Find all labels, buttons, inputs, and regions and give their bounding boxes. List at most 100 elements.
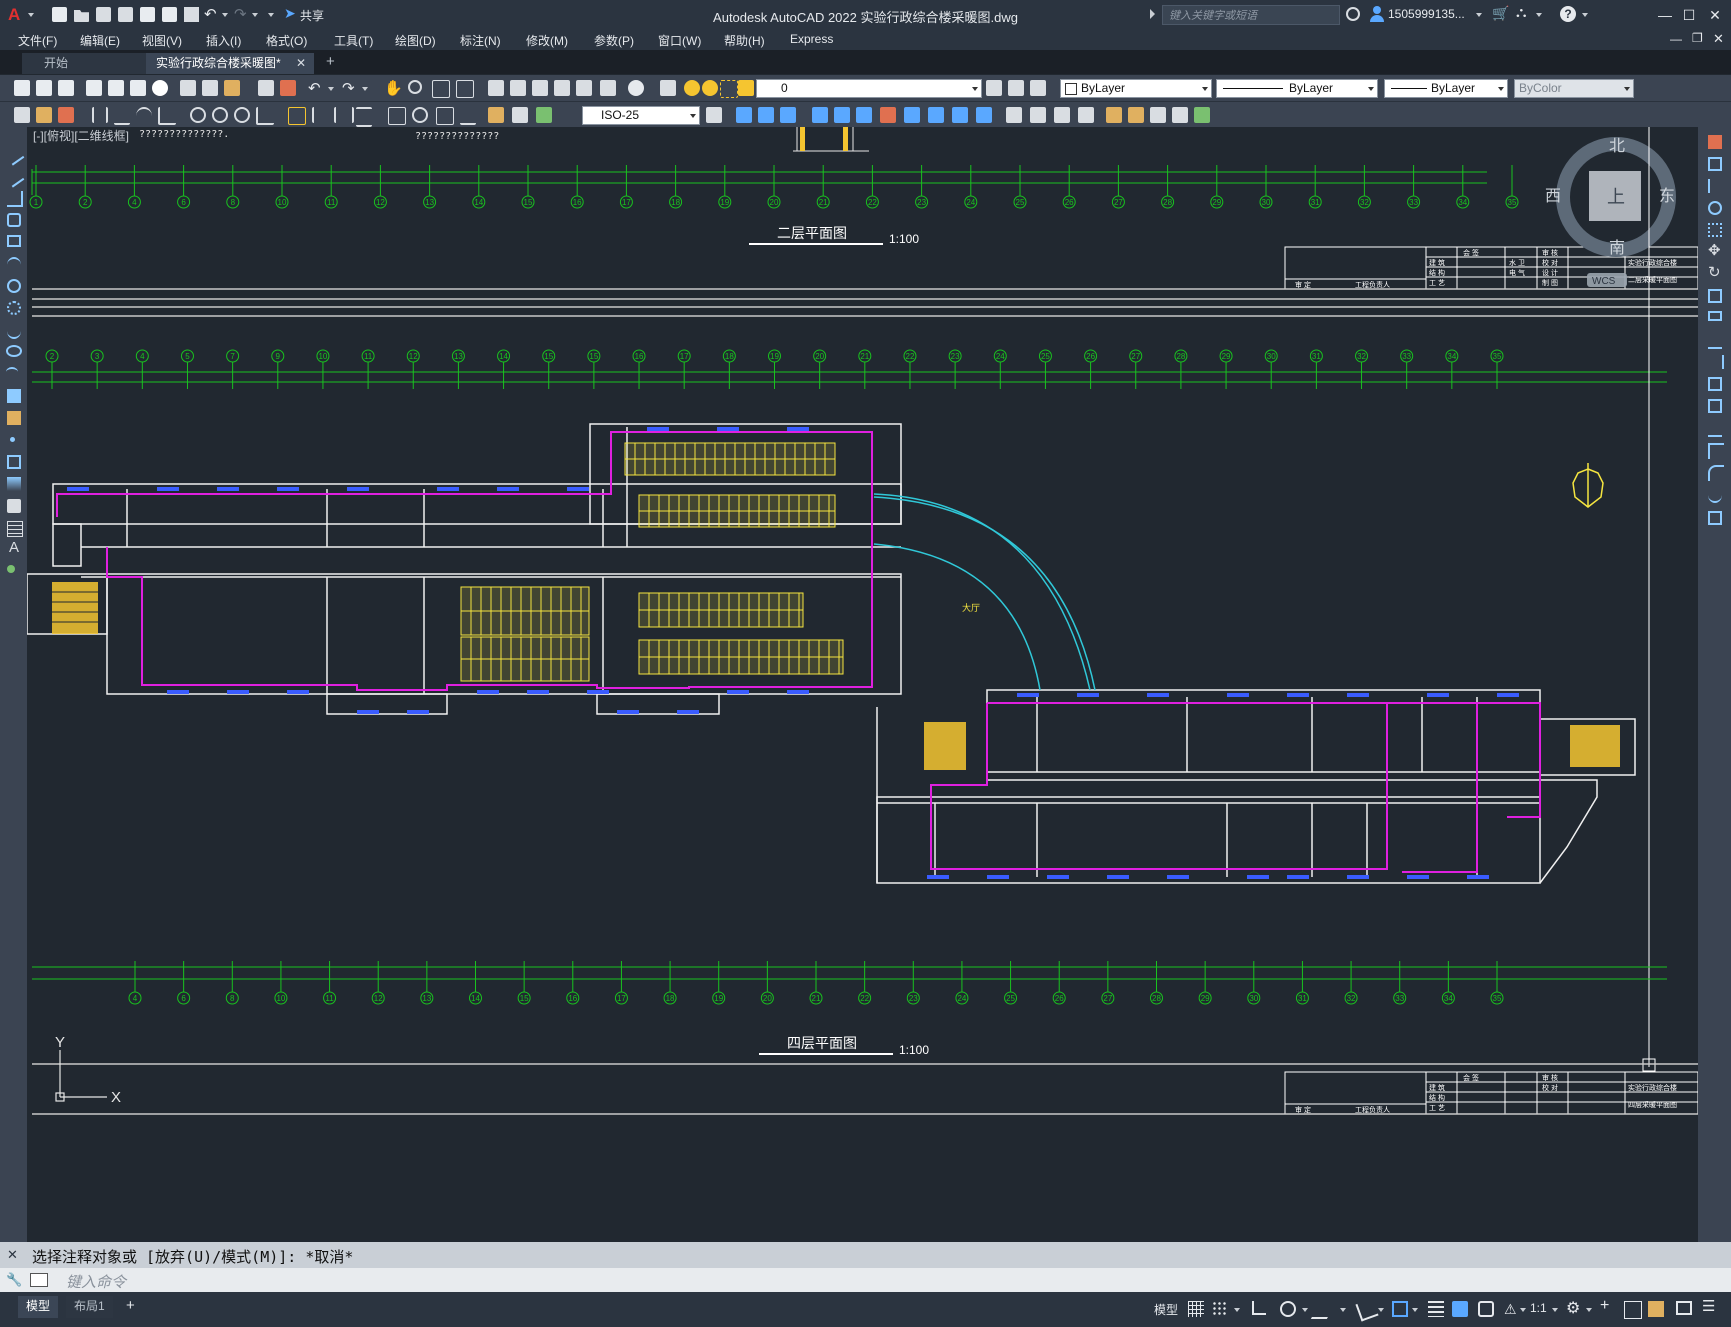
properties-icon[interactable] (488, 80, 504, 96)
tracking-dropdown-icon[interactable] (1378, 1308, 1384, 1312)
scale-dropdown-icon[interactable] (1552, 1308, 1558, 1312)
modify-extend-icon[interactable] (976, 107, 992, 123)
isodraft-icon[interactable] (1310, 1301, 1338, 1319)
dimstyle-combo[interactable]: ISO-25 (582, 106, 700, 125)
viewcube-west[interactable]: 西 (1545, 188, 1561, 205)
dim-arc-icon[interactable] (136, 107, 152, 125)
command-input[interactable]: 键入命令 (66, 1271, 1706, 1292)
blockeditor-icon[interactable] (280, 80, 296, 96)
dimstyle-dropdown-icon[interactable] (690, 114, 696, 118)
ortho-icon[interactable] (1252, 1301, 1266, 1315)
workspace-dropdown-icon[interactable] (1586, 1308, 1592, 1312)
dim-edit-icon[interactable] (488, 107, 504, 123)
rectangle-icon[interactable] (7, 235, 21, 247)
fillet-icon[interactable] (1708, 465, 1724, 481)
revcloud-icon[interactable] (7, 301, 21, 315)
plotstyle-dropdown-icon[interactable] (1624, 87, 1630, 91)
a360-dropdown-icon[interactable] (1536, 13, 1542, 17)
break-icon[interactable] (1708, 399, 1722, 413)
plot-icon[interactable] (184, 7, 199, 22)
annotation-scale[interactable]: 1:1 (1530, 1301, 1547, 1315)
dim-continue-icon[interactable] (334, 107, 354, 123)
preview-icon[interactable] (108, 80, 124, 96)
dim-angular-icon[interactable] (256, 107, 274, 125)
ribbon-tool-2-icon[interactable] (36, 107, 52, 123)
insert-block-icon[interactable] (7, 389, 21, 403)
dim-jogged-icon[interactable] (212, 107, 228, 123)
lineweight-dropdown-icon[interactable] (1498, 87, 1504, 91)
minimize-button[interactable]: — (1654, 4, 1676, 26)
lineweight-icon[interactable] (1428, 1301, 1444, 1317)
explode-icon[interactable] (1708, 511, 1722, 525)
qnew-icon[interactable] (14, 80, 30, 96)
quickcalc-icon[interactable] (600, 80, 616, 96)
menu-file[interactable]: 文件(F) (18, 32, 57, 49)
annotation-monitor-icon[interactable]: + (1600, 1297, 1609, 1315)
new-tab-button[interactable]: + (326, 53, 335, 70)
zoom-realtime-icon[interactable] (408, 80, 422, 94)
grid-icon[interactable] (1188, 1301, 1204, 1317)
dim-ordinate-icon[interactable] (158, 107, 176, 125)
undo-tb-icon[interactable]: ↶ (308, 79, 321, 97)
redo-icon[interactable]: ↷ (234, 5, 247, 23)
redo-tb-icon[interactable]: ↷ (342, 79, 355, 97)
chamfer-icon[interactable] (1708, 443, 1724, 459)
color-dropdown-icon[interactable] (1202, 87, 1208, 91)
markup-icon[interactable] (576, 80, 592, 96)
toolpalettes-icon[interactable] (532, 80, 548, 96)
tab-start[interactable]: 开始 (22, 53, 146, 74)
blend-icon[interactable] (1708, 487, 1722, 503)
cart-icon[interactable]: 🛒 (1492, 5, 1509, 22)
modify-stretch-icon[interactable] (928, 107, 944, 123)
close-button[interactable]: ✕ (1704, 4, 1726, 26)
modify-move-icon[interactable] (856, 107, 872, 123)
annotation-visibility-icon[interactable]: ⚠ (1504, 1301, 1520, 1317)
layer-states-icon[interactable] (1030, 80, 1046, 96)
layer-viewport-icon[interactable] (720, 80, 738, 98)
copy-icon[interactable] (202, 80, 218, 96)
layer-freeze-icon[interactable] (702, 80, 718, 96)
transparency-icon[interactable] (1452, 1301, 1468, 1317)
new-file-icon[interactable] (52, 7, 67, 22)
extend-icon[interactable] (1708, 355, 1724, 369)
help-tb-icon[interactable] (628, 80, 644, 96)
open-icon[interactable] (36, 80, 52, 96)
hatch-icon[interactable] (7, 455, 21, 469)
modify-copy-icon[interactable] (758, 107, 774, 123)
draworder-back-icon[interactable] (1150, 107, 1166, 123)
menu-window[interactable]: 窗口(W) (658, 32, 701, 49)
quick-dim-icon[interactable] (288, 107, 306, 125)
layer-lock-icon[interactable] (738, 80, 754, 96)
osnap-dropdown-icon[interactable] (1412, 1308, 1418, 1312)
doc-restore-button[interactable]: ❐ (1692, 31, 1703, 45)
object-snap-tracking-icon[interactable] (1355, 1298, 1379, 1322)
zoom-previous-icon[interactable] (456, 80, 474, 98)
layer-on-icon[interactable] (684, 80, 700, 96)
draworder-icon[interactable] (1106, 107, 1122, 123)
viewcube-wcs[interactable]: WCS (1592, 276, 1616, 287)
draworder-above-icon[interactable] (1172, 107, 1188, 123)
modify-trim-icon[interactable] (952, 107, 968, 123)
object-snap-icon[interactable] (1392, 1301, 1408, 1317)
command-customize-icon[interactable]: 🔧 (6, 1272, 22, 1288)
dim-aligned-icon[interactable] (114, 107, 130, 125)
scale-icon[interactable] (1708, 289, 1722, 303)
3d-dwf-icon[interactable] (152, 80, 168, 96)
center-mark-icon[interactable] (412, 107, 428, 123)
modify-fillet-icon[interactable] (1078, 107, 1094, 123)
save-icon[interactable] (96, 7, 111, 22)
join-icon[interactable] (1708, 421, 1722, 437)
account-dropdown-icon[interactable] (1476, 13, 1482, 17)
help-search-input[interactable]: 键入关键字或短语 (1162, 5, 1340, 25)
viewport-controls-label[interactable]: [-][俯视][二维线框] (33, 127, 129, 144)
gradient-icon[interactable] (7, 477, 21, 491)
dim-space-icon[interactable] (356, 107, 372, 127)
ribbon-tool-3-icon[interactable] (58, 107, 74, 123)
annotation-dropdown-icon[interactable] (1520, 1308, 1526, 1312)
snap-icon[interactable] (1212, 1301, 1228, 1317)
polygon-icon[interactable] (7, 213, 21, 227)
modify-break-icon[interactable] (1006, 107, 1022, 123)
undo-tb-dropdown-icon[interactable] (328, 87, 334, 91)
plot-tb-icon[interactable] (86, 80, 102, 96)
publish-icon[interactable] (130, 80, 146, 96)
